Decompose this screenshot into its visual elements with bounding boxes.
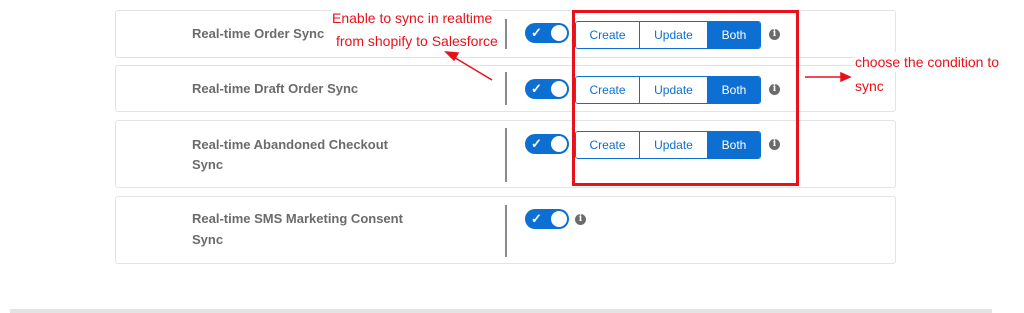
divider bbox=[505, 128, 507, 182]
enable-toggle[interactable]: ✓ bbox=[525, 209, 569, 229]
toggle-knob bbox=[551, 211, 567, 227]
row-label: Real-time Draft Order Sync bbox=[192, 81, 359, 96]
check-icon: ✓ bbox=[531, 136, 542, 151]
row-label: Real-time Order Sync bbox=[192, 26, 325, 41]
divider bbox=[505, 72, 507, 105]
divider bbox=[505, 19, 507, 49]
highlight-box bbox=[572, 10, 799, 186]
toggle-knob bbox=[551, 136, 567, 152]
check-icon: ✓ bbox=[531, 211, 542, 226]
toggle-knob bbox=[551, 81, 567, 97]
footer-divider bbox=[10, 309, 992, 313]
row-label-line1: Real-time SMS Marketing Consent bbox=[192, 211, 403, 226]
annotation-left-line2: from shopify to Salesforce bbox=[336, 31, 498, 51]
annotation-left-line1: Enable to sync in realtime bbox=[332, 8, 493, 28]
enable-toggle[interactable]: ✓ bbox=[525, 134, 569, 154]
check-icon: ✓ bbox=[531, 25, 542, 40]
row-label-line2: Sync bbox=[192, 157, 224, 172]
enable-toggle[interactable]: ✓ bbox=[525, 79, 569, 99]
divider bbox=[505, 205, 507, 257]
check-icon: ✓ bbox=[531, 81, 542, 96]
info-icon[interactable]: i bbox=[575, 214, 586, 225]
annotation-right-line2: sync bbox=[855, 76, 884, 96]
enable-toggle[interactable]: ✓ bbox=[525, 23, 569, 43]
row-label-line2: Sync bbox=[192, 232, 224, 247]
toggle-knob bbox=[551, 25, 567, 41]
row-label-line1: Real-time Abandoned Checkout bbox=[192, 137, 388, 152]
row-sms-marketing-consent-sync: Real-time SMS Marketing Consent Sync ✓ i bbox=[115, 196, 896, 264]
annotation-right-line1: choose the condition to bbox=[855, 52, 999, 72]
